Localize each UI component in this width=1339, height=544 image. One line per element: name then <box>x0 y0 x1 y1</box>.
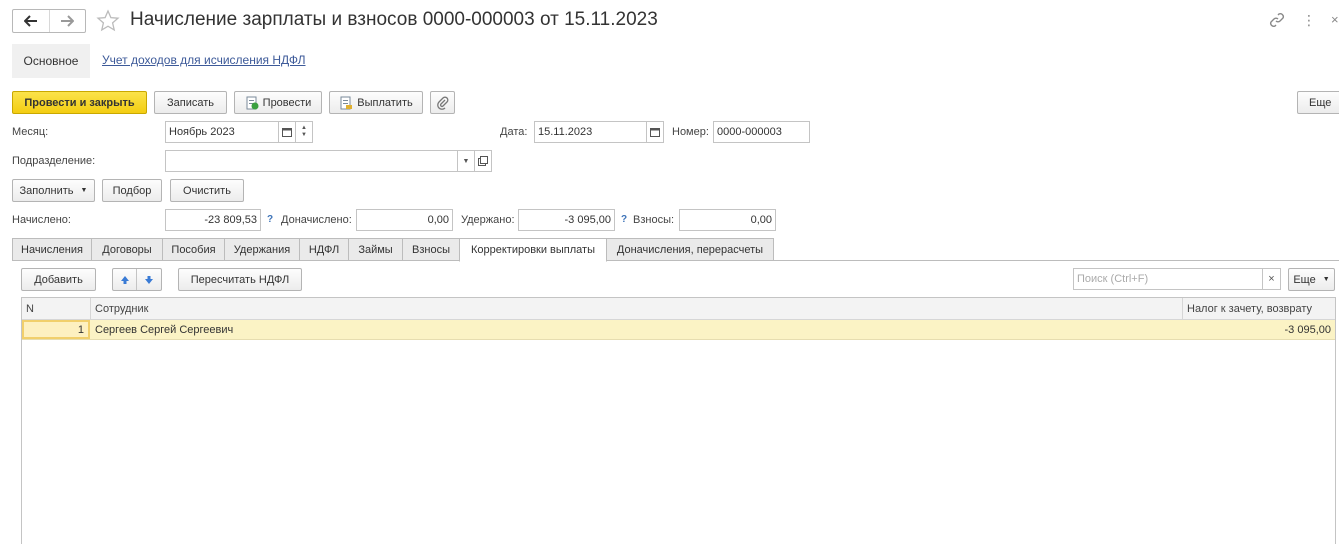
star-icon[interactable] <box>96 9 120 36</box>
employee-cell[interactable]: Сергеев Сергей Сергеевич <box>91 320 1183 339</box>
calendar-icon <box>650 128 660 137</box>
tab-payment-adjustments[interactable]: Корректировки выплаты <box>459 238 607 262</box>
row-number-cell[interactable]: 1 <box>22 320 90 339</box>
column-header-employee[interactable]: Сотрудник <box>91 298 1183 320</box>
tab-contributions[interactable]: Взносы <box>402 238 460 261</box>
table-more-label: Еще <box>1293 273 1316 286</box>
more-label: Еще <box>1309 96 1332 109</box>
recalc-ndfl-button[interactable]: Пересчитать НДФЛ <box>178 268 302 291</box>
add-label: Добавить <box>34 273 83 286</box>
chevron-down-icon: ▼ <box>80 187 88 194</box>
calendar-icon <box>282 128 292 137</box>
department-dropdown-button[interactable]: ▼ <box>458 150 475 172</box>
table-header: N Сотрудник Налог к зачету, возврату <box>22 298 1335 320</box>
chevron-down-icon: ▼ <box>1322 276 1330 283</box>
navigation-buttons <box>12 9 86 33</box>
additional-label: Доначислено: <box>281 214 352 226</box>
page-title: Начисление зарплаты и взносов 0000-00000… <box>130 9 658 30</box>
pay-label: Выплатить <box>357 96 413 109</box>
save-label: Записать <box>166 96 214 109</box>
pay-document-icon <box>340 96 353 109</box>
department-field[interactable] <box>165 150 458 172</box>
column-header-n[interactable]: N <box>22 298 91 320</box>
post-button[interactable]: Провести <box>234 91 322 114</box>
month-field[interactable]: Ноябрь 2023 <box>165 121 279 143</box>
forward-button[interactable] <box>48 10 85 32</box>
column-header-tax[interactable]: Налог к зачету, возврату <box>1183 298 1335 320</box>
table-more-button[interactable]: Еще ▼ <box>1288 268 1335 291</box>
pay-button[interactable]: Выплатить <box>329 91 423 114</box>
withheld-label: Удержано: <box>461 214 515 226</box>
tab-accruals[interactable]: Начисления <box>12 238 92 261</box>
contributions-label: Взносы: <box>633 214 675 226</box>
search-clear-icon[interactable]: × <box>1262 269 1280 289</box>
contributions-field: 0,00 <box>679 209 776 231</box>
department-label: Подразделение: <box>12 155 96 167</box>
clear-label: Очистить <box>183 184 231 197</box>
tab-loans[interactable]: Займы <box>348 238 403 261</box>
post-document-icon <box>246 96 259 109</box>
tab-benefits[interactable]: Пособия <box>162 238 225 261</box>
tab-deductions[interactable]: Удержания <box>224 238 300 261</box>
section-main[interactable]: Основное <box>12 44 90 78</box>
tab-additional-accruals[interactable]: Доначисления, перерасчеты <box>606 238 774 261</box>
tab-contracts[interactable]: Договоры <box>91 238 163 261</box>
number-label: Номер: <box>672 126 709 138</box>
accrued-help-icon[interactable]: ? <box>267 214 273 225</box>
department-open-button[interactable] <box>475 150 492 172</box>
clear-button[interactable]: Очистить <box>170 179 244 202</box>
arrow-right-icon <box>61 15 75 27</box>
tax-cell[interactable]: -3 095,00 <box>1183 320 1335 339</box>
add-button[interactable]: Добавить <box>21 268 96 291</box>
chevron-down-icon: ▼ <box>462 157 470 165</box>
close-icon[interactable]: × <box>1331 12 1339 27</box>
fill-label: Заполнить <box>19 184 74 197</box>
withheld-field: -3 095,00 <box>518 209 615 231</box>
post-and-close-label: Провести и закрыть <box>24 96 135 109</box>
attach-button[interactable] <box>430 91 455 114</box>
select-button[interactable]: Подбор <box>102 179 162 202</box>
date-label: Дата: <box>500 126 528 138</box>
month-stepper[interactable]: ▲ ▼ <box>296 121 313 143</box>
payment-adjustments-table: N Сотрудник Налог к зачету, возврату 1 С… <box>21 297 1336 544</box>
date-field[interactable]: 15.11.2023 <box>534 121 647 143</box>
move-up-button[interactable] <box>113 269 137 290</box>
arrow-left-icon <box>23 15 37 27</box>
accrued-field: -23 809,53 <box>165 209 261 231</box>
withheld-help-icon[interactable]: ? <box>621 214 627 225</box>
month-label: Месяц: <box>12 126 49 138</box>
search-input[interactable] <box>1074 269 1262 289</box>
move-buttons <box>112 268 162 291</box>
select-label: Подбор <box>112 184 152 197</box>
tab-ndfl[interactable]: НДФЛ <box>299 238 349 261</box>
move-down-button[interactable] <box>137 269 161 290</box>
post-and-close-button[interactable]: Провести и закрыть <box>12 91 147 114</box>
open-icon <box>478 156 488 166</box>
number-field[interactable]: 0000-000003 <box>713 121 810 143</box>
fill-button[interactable]: Заполнить ▼ <box>12 179 95 202</box>
link-icon[interactable] <box>1269 12 1285 31</box>
search-box: × <box>1073 268 1281 290</box>
stepper-up-icon[interactable]: ▲ <box>301 125 307 132</box>
save-button[interactable]: Записать <box>154 91 227 114</box>
stepper-down-icon[interactable]: ▼ <box>301 132 307 139</box>
recalc-ndfl-label: Пересчитать НДФЛ <box>190 273 290 286</box>
more-button[interactable]: Еще▼ <box>1297 91 1339 114</box>
arrow-up-icon <box>120 275 129 284</box>
vertical-dots-icon[interactable]: ⋮ <box>1302 12 1316 29</box>
accrued-label: Начислено: <box>12 214 71 226</box>
table-row[interactable]: 1 Сергеев Сергей Сергеевич -3 095,00 <box>22 320 1335 340</box>
additional-field: 0,00 <box>356 209 453 231</box>
paperclip-icon <box>436 96 448 110</box>
back-button[interactable] <box>13 10 49 32</box>
calendar-button[interactable] <box>279 121 296 143</box>
date-calendar-button[interactable] <box>647 121 664 143</box>
section-ndfl-income-link[interactable]: Учет доходов для исчисления НДФЛ <box>102 53 306 67</box>
post-label: Провести <box>262 96 312 109</box>
arrow-down-icon <box>145 275 153 284</box>
